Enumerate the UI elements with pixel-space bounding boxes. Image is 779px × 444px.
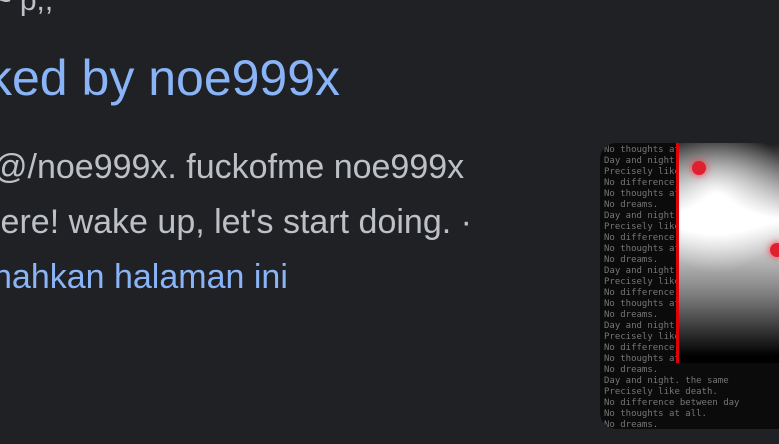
thumbnail-text-line: No thoughts at all.: [604, 409, 707, 419]
previous-result-fragment: ~ p,,: [0, 0, 54, 17]
thumbnail-text-line: No dreams.: [604, 365, 659, 375]
thumbnail-text-line: No difference between day: [604, 398, 740, 408]
thumbnail-text-line: Precisely like death.: [604, 387, 718, 397]
result-snippet: @/noe999x. fuckofme noe999x lere! wake u…: [0, 140, 553, 305]
translate-page-link[interactable]: nahkan halaman ini: [0, 258, 288, 296]
thumbnail-red-mark: [692, 161, 706, 175]
snippet-line-1: @/noe999x. fuckofme noe999x: [0, 148, 465, 186]
snippet-line-2: lere! wake up, let's start doing. ·: [0, 203, 472, 241]
thumbnail-text-line: Day and night. the same: [604, 376, 729, 386]
thumbnail-portrait: [676, 143, 779, 363]
thumbnail-red-mark: [770, 243, 779, 257]
result-thumbnail[interactable]: No thoughts at all. Day and night. the sa…: [600, 143, 779, 429]
search-results-page: ~ p,, ked by noe999x @/noe999x. fuckofme…: [0, 0, 779, 444]
thumbnail-text-line: No dreams.: [604, 420, 659, 429]
result-title-link[interactable]: ked by noe999x: [0, 50, 340, 106]
